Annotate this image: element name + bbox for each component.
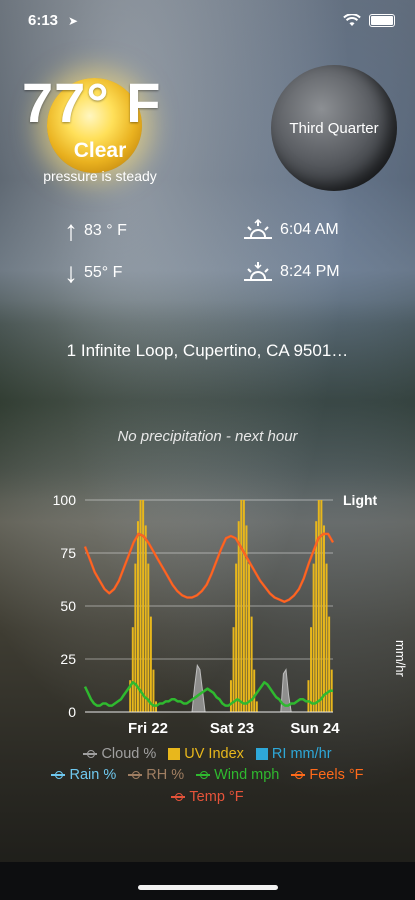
legend-row-3: Temp °F bbox=[0, 789, 415, 805]
legend-uv[interactable]: UV Index bbox=[168, 746, 244, 762]
uv-bar bbox=[312, 563, 315, 712]
low-temp-row: ↓ 55° F bbox=[64, 259, 122, 287]
legend-temp[interactable]: Temp °F bbox=[171, 789, 244, 805]
wifi-icon bbox=[343, 14, 361, 26]
sunrise-row: 6:04 AM bbox=[242, 219, 339, 241]
uv-bar bbox=[131, 627, 134, 712]
uv-bar bbox=[307, 680, 310, 712]
status-icons bbox=[343, 14, 395, 27]
uv-bar bbox=[136, 521, 139, 712]
cloud-legend-symbol bbox=[83, 750, 98, 758]
x-category-label: Sun 24 bbox=[290, 720, 340, 737]
current-condition: Clear bbox=[73, 139, 127, 162]
temp-legend-symbol bbox=[171, 793, 186, 801]
uv-bar bbox=[149, 616, 152, 712]
uv-bar bbox=[142, 500, 145, 712]
legend-feels[interactable]: Feels °F bbox=[291, 767, 364, 783]
uv-bar bbox=[139, 500, 142, 712]
uv-bar bbox=[144, 525, 147, 712]
sunset-time: 8:24 PM bbox=[280, 263, 340, 280]
uv-bar bbox=[310, 627, 313, 712]
uv-bar bbox=[325, 563, 328, 712]
location-address[interactable]: 1 Infinite Loop, Cupertino, CA 9501… bbox=[0, 341, 415, 361]
y-tick-label: 50 bbox=[60, 598, 76, 614]
legend-rain-label: Rain % bbox=[69, 767, 117, 783]
legend-rh[interactable]: RH % bbox=[128, 767, 184, 783]
uv-bar bbox=[232, 627, 235, 712]
x-category-label: Sat 23 bbox=[210, 720, 254, 737]
y-tick-label: 100 bbox=[53, 492, 77, 508]
forecast-chart[interactable]: 0 25 50 75 100 Light mm/hr Fri 22 Sat 23 Sun 24 bbox=[0, 490, 415, 750]
rain-legend-symbol bbox=[51, 771, 66, 779]
legend-ri-label: RI mm/hr bbox=[271, 746, 332, 762]
legend-cloud-label: Cloud % bbox=[101, 746, 157, 762]
uv-bar bbox=[315, 521, 318, 712]
uv-bar bbox=[255, 701, 258, 712]
x-category-label: Fri 22 bbox=[128, 720, 168, 737]
light-label: Light bbox=[343, 492, 378, 508]
pressure-status: pressure is steady bbox=[43, 168, 157, 184]
legend-uv-label: UV Index bbox=[184, 746, 244, 762]
bottom-bar bbox=[0, 862, 415, 900]
status-time: 6:13 bbox=[28, 12, 59, 29]
low-temp-value: 55° F bbox=[84, 264, 123, 281]
status-bar: 6:13 ➤ bbox=[0, 12, 415, 34]
legend-wind[interactable]: Wind mph bbox=[196, 767, 279, 783]
legend-rh-label: RH % bbox=[146, 767, 185, 783]
high-temp-row: ↑ 83 ° F bbox=[64, 217, 127, 245]
legend-rain[interactable]: Rain % bbox=[51, 767, 116, 783]
current-temperature: 77° F bbox=[22, 71, 162, 134]
wind-legend-symbol bbox=[196, 771, 211, 779]
uv-bar bbox=[317, 500, 320, 712]
uv-bar bbox=[320, 500, 323, 712]
unit-label: mm/hr bbox=[393, 640, 408, 678]
rh-legend-symbol bbox=[128, 771, 143, 779]
precipitation-note: No precipitation - next hour bbox=[117, 428, 298, 445]
uv-legend-symbol bbox=[168, 748, 181, 760]
wind-line bbox=[83, 681, 333, 707]
legend-feels-label: Feels °F bbox=[309, 767, 364, 783]
sunset-icon bbox=[244, 262, 272, 281]
legend-temp-label: Temp °F bbox=[189, 789, 244, 805]
legend-cloud[interactable]: Cloud % bbox=[83, 746, 156, 762]
moon-phase-label: Third Quarter bbox=[289, 120, 379, 137]
ri-legend-symbol bbox=[255, 748, 268, 760]
high-temp-value: 83 ° F bbox=[84, 222, 127, 239]
uv-bar bbox=[322, 525, 325, 712]
uv-bar bbox=[235, 563, 238, 712]
home-indicator[interactable] bbox=[138, 885, 278, 890]
sunrise-icon bbox=[244, 219, 272, 239]
legend-row-2: Rain % RH % Wind mph Feels °F bbox=[0, 767, 415, 783]
uv-bar bbox=[328, 616, 331, 712]
feels-legend-symbol bbox=[291, 771, 306, 779]
arrow-up-icon: ↑ bbox=[64, 215, 78, 246]
legend-ri[interactable]: RI mm/hr bbox=[255, 746, 332, 762]
uv-bar bbox=[134, 563, 137, 712]
sunrise-time: 6:04 AM bbox=[280, 221, 339, 238]
y-tick-label: 0 bbox=[68, 704, 76, 720]
uv-bar bbox=[253, 669, 256, 712]
temp-line bbox=[83, 532, 335, 604]
uv-bar bbox=[229, 680, 232, 712]
uv-bar bbox=[237, 521, 240, 712]
uv-bar bbox=[248, 563, 251, 712]
y-tick-label: 75 bbox=[60, 545, 76, 561]
uv-bar bbox=[147, 563, 150, 712]
sunset-row: 8:24 PM bbox=[242, 261, 340, 283]
location-arrow-icon: ➤ bbox=[68, 14, 79, 28]
y-tick-label: 25 bbox=[60, 651, 76, 667]
battery-icon bbox=[369, 14, 395, 27]
legend-row-1: Cloud % UV Index RI mm/hr bbox=[0, 746, 415, 762]
arrow-down-icon: ↓ bbox=[64, 257, 78, 288]
legend-wind-label: Wind mph bbox=[214, 767, 280, 783]
uv-bar bbox=[242, 500, 245, 712]
uv-bar bbox=[240, 500, 243, 712]
